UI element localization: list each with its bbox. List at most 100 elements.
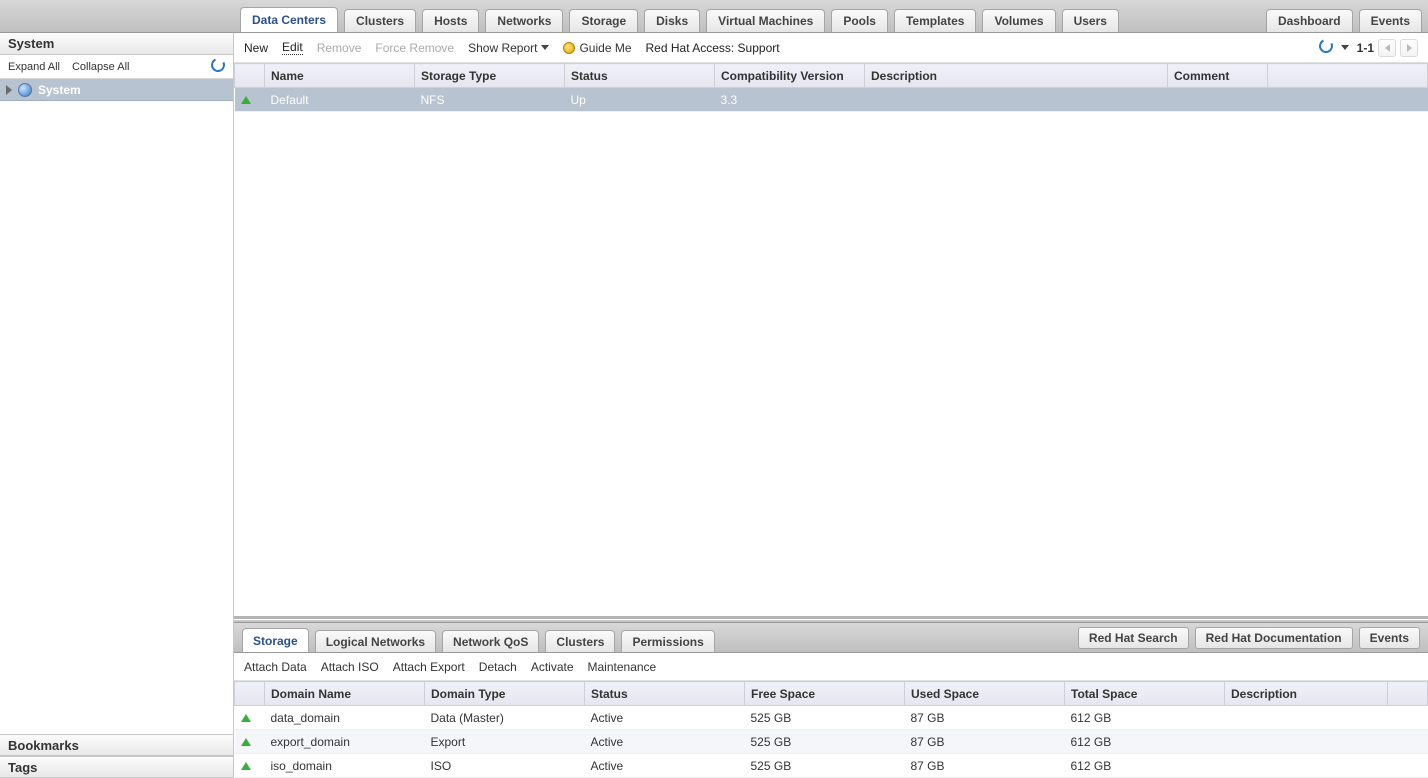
detach-button[interactable]: Detach (479, 660, 517, 674)
maintenance-button[interactable]: Maintenance (588, 660, 657, 674)
sub-tab-bar: Storage Logical Networks Network QoS Clu… (234, 623, 1428, 653)
cell-comment (1168, 88, 1268, 112)
table-row[interactable]: data_domain Data (Master) Active 525 GB … (235, 706, 1428, 730)
tab-data-centers[interactable]: Data Centers (240, 7, 338, 32)
table-row[interactable]: iso_domain ISO Active 525 GB 87 GB 612 G… (235, 754, 1428, 778)
tree-refresh-button[interactable] (211, 58, 225, 75)
storage-domains-grid: Domain Name Domain Type Status Free Spac… (234, 681, 1428, 778)
table-row[interactable]: export_domain Export Active 525 GB 87 GB… (235, 730, 1428, 754)
tab-hosts[interactable]: Hosts (422, 9, 479, 32)
attach-export-button[interactable]: Attach Export (393, 660, 465, 674)
table-row[interactable]: Default NFS Up 3.3 (235, 88, 1428, 112)
sidebar: System Expand All Collapse All System Bo… (0, 33, 234, 778)
collapse-all-link[interactable]: Collapse All (72, 61, 129, 73)
tree-node-label: System (38, 83, 81, 97)
tab-volumes[interactable]: Volumes (982, 9, 1055, 32)
sub-tab-network-qos[interactable]: Network QoS (442, 630, 539, 652)
cell-total-space: 612 GB (1065, 754, 1225, 778)
edit-button[interactable]: Edit (282, 40, 303, 55)
expand-all-link[interactable]: Expand All (8, 61, 60, 73)
events-button[interactable]: Events (1359, 627, 1420, 649)
sidebar-tags-header[interactable]: Tags (0, 756, 233, 778)
show-report-dropdown[interactable]: Show Report (468, 41, 549, 55)
sub-tab-logical-networks[interactable]: Logical Networks (315, 630, 436, 652)
tab-dashboard[interactable]: Dashboard (1266, 9, 1353, 32)
remove-button[interactable]: Remove (317, 41, 362, 55)
toolbar-refresh-button[interactable] (1319, 39, 1333, 56)
attach-data-button[interactable]: Attach Data (244, 660, 307, 674)
tree-node-system[interactable]: System (0, 79, 233, 101)
cell-free-space: 525 GB (745, 706, 905, 730)
page-range-label: 1-1 (1357, 41, 1374, 55)
status-up-icon (241, 738, 251, 746)
cell-description (1225, 706, 1388, 730)
col-used-space[interactable]: Used Space (905, 682, 1065, 706)
force-remove-button[interactable]: Force Remove (375, 41, 454, 55)
col-status[interactable]: Status (565, 64, 715, 88)
sub-tab-storage[interactable]: Storage (242, 628, 309, 652)
cell-domain-name: export_domain (265, 730, 425, 754)
cell-domain-type: Export (425, 730, 585, 754)
page-next-button[interactable] (1400, 39, 1418, 57)
tab-users[interactable]: Users (1062, 9, 1119, 32)
sub-tab-permissions[interactable]: Permissions (621, 630, 714, 652)
new-button[interactable]: New (244, 41, 268, 55)
main-toolbar: New Edit Remove Force Remove Show Report… (234, 33, 1428, 63)
data-centers-table: Name Storage Type Status Compatibility V… (234, 63, 1428, 112)
show-report-label: Show Report (468, 41, 537, 55)
refresh-dropdown-icon[interactable] (1341, 45, 1349, 50)
col-domain-name[interactable]: Domain Name (265, 682, 425, 706)
tab-storage[interactable]: Storage (569, 9, 638, 32)
col-name[interactable]: Name (265, 64, 415, 88)
storage-domains-table: Domain Name Domain Type Status Free Spac… (234, 681, 1428, 778)
page-prev-button[interactable] (1378, 39, 1396, 57)
col-storage-type[interactable]: Storage Type (415, 64, 565, 88)
col-status-icon[interactable] (235, 64, 265, 88)
redhat-access-link[interactable]: Red Hat Access: Support (646, 41, 780, 55)
cell-domain-name: iso_domain (265, 754, 425, 778)
col-description[interactable]: Description (865, 64, 1168, 88)
cell-status: Up (565, 88, 715, 112)
attach-iso-button[interactable]: Attach ISO (321, 660, 379, 674)
col-domain-type[interactable]: Domain Type (425, 682, 585, 706)
col-compat-version[interactable]: Compatibility Version (715, 64, 865, 88)
tab-pools[interactable]: Pools (831, 9, 888, 32)
col-status-icon[interactable] (235, 682, 265, 706)
refresh-icon (209, 56, 227, 74)
cell-free-space: 525 GB (745, 754, 905, 778)
cell-domain-type: ISO (425, 754, 585, 778)
cell-description (865, 88, 1168, 112)
status-up-icon (241, 714, 251, 722)
col-status[interactable]: Status (585, 682, 745, 706)
cell-compat: 3.3 (715, 88, 865, 112)
redhat-documentation-button[interactable]: Red Hat Documentation (1195, 627, 1353, 649)
tab-templates[interactable]: Templates (894, 9, 976, 32)
sub-tab-clusters[interactable]: Clusters (545, 630, 615, 652)
table-header-row: Domain Name Domain Type Status Free Spac… (235, 682, 1428, 706)
cell-used-space: 87 GB (905, 706, 1065, 730)
redhat-search-button[interactable]: Red Hat Search (1078, 627, 1189, 649)
status-up-icon (241, 762, 251, 770)
col-empty (1388, 682, 1428, 706)
pagination: 1-1 (1357, 39, 1418, 57)
tab-events[interactable]: Events (1359, 9, 1422, 32)
col-free-space[interactable]: Free Space (745, 682, 905, 706)
sidebar-bookmarks-header[interactable]: Bookmarks (0, 734, 233, 756)
cell-used-space: 87 GB (905, 730, 1065, 754)
cell-status: Active (585, 754, 745, 778)
status-up-icon (241, 96, 251, 104)
cell-storage-type: NFS (415, 88, 565, 112)
cell-status: Active (585, 706, 745, 730)
col-comment[interactable]: Comment (1168, 64, 1268, 88)
sidebar-system-header[interactable]: System (0, 33, 233, 55)
col-total-space[interactable]: Total Space (1065, 682, 1225, 706)
tab-disks[interactable]: Disks (644, 9, 700, 32)
tab-virtual-machines[interactable]: Virtual Machines (706, 9, 825, 32)
caret-down-icon (541, 45, 549, 50)
activate-button[interactable]: Activate (531, 660, 574, 674)
col-description[interactable]: Description (1225, 682, 1388, 706)
guide-me-button[interactable]: Guide Me (563, 41, 631, 55)
tab-networks[interactable]: Networks (485, 9, 563, 32)
tab-clusters[interactable]: Clusters (344, 9, 416, 32)
main-grid: Name Storage Type Status Compatibility V… (234, 63, 1428, 619)
